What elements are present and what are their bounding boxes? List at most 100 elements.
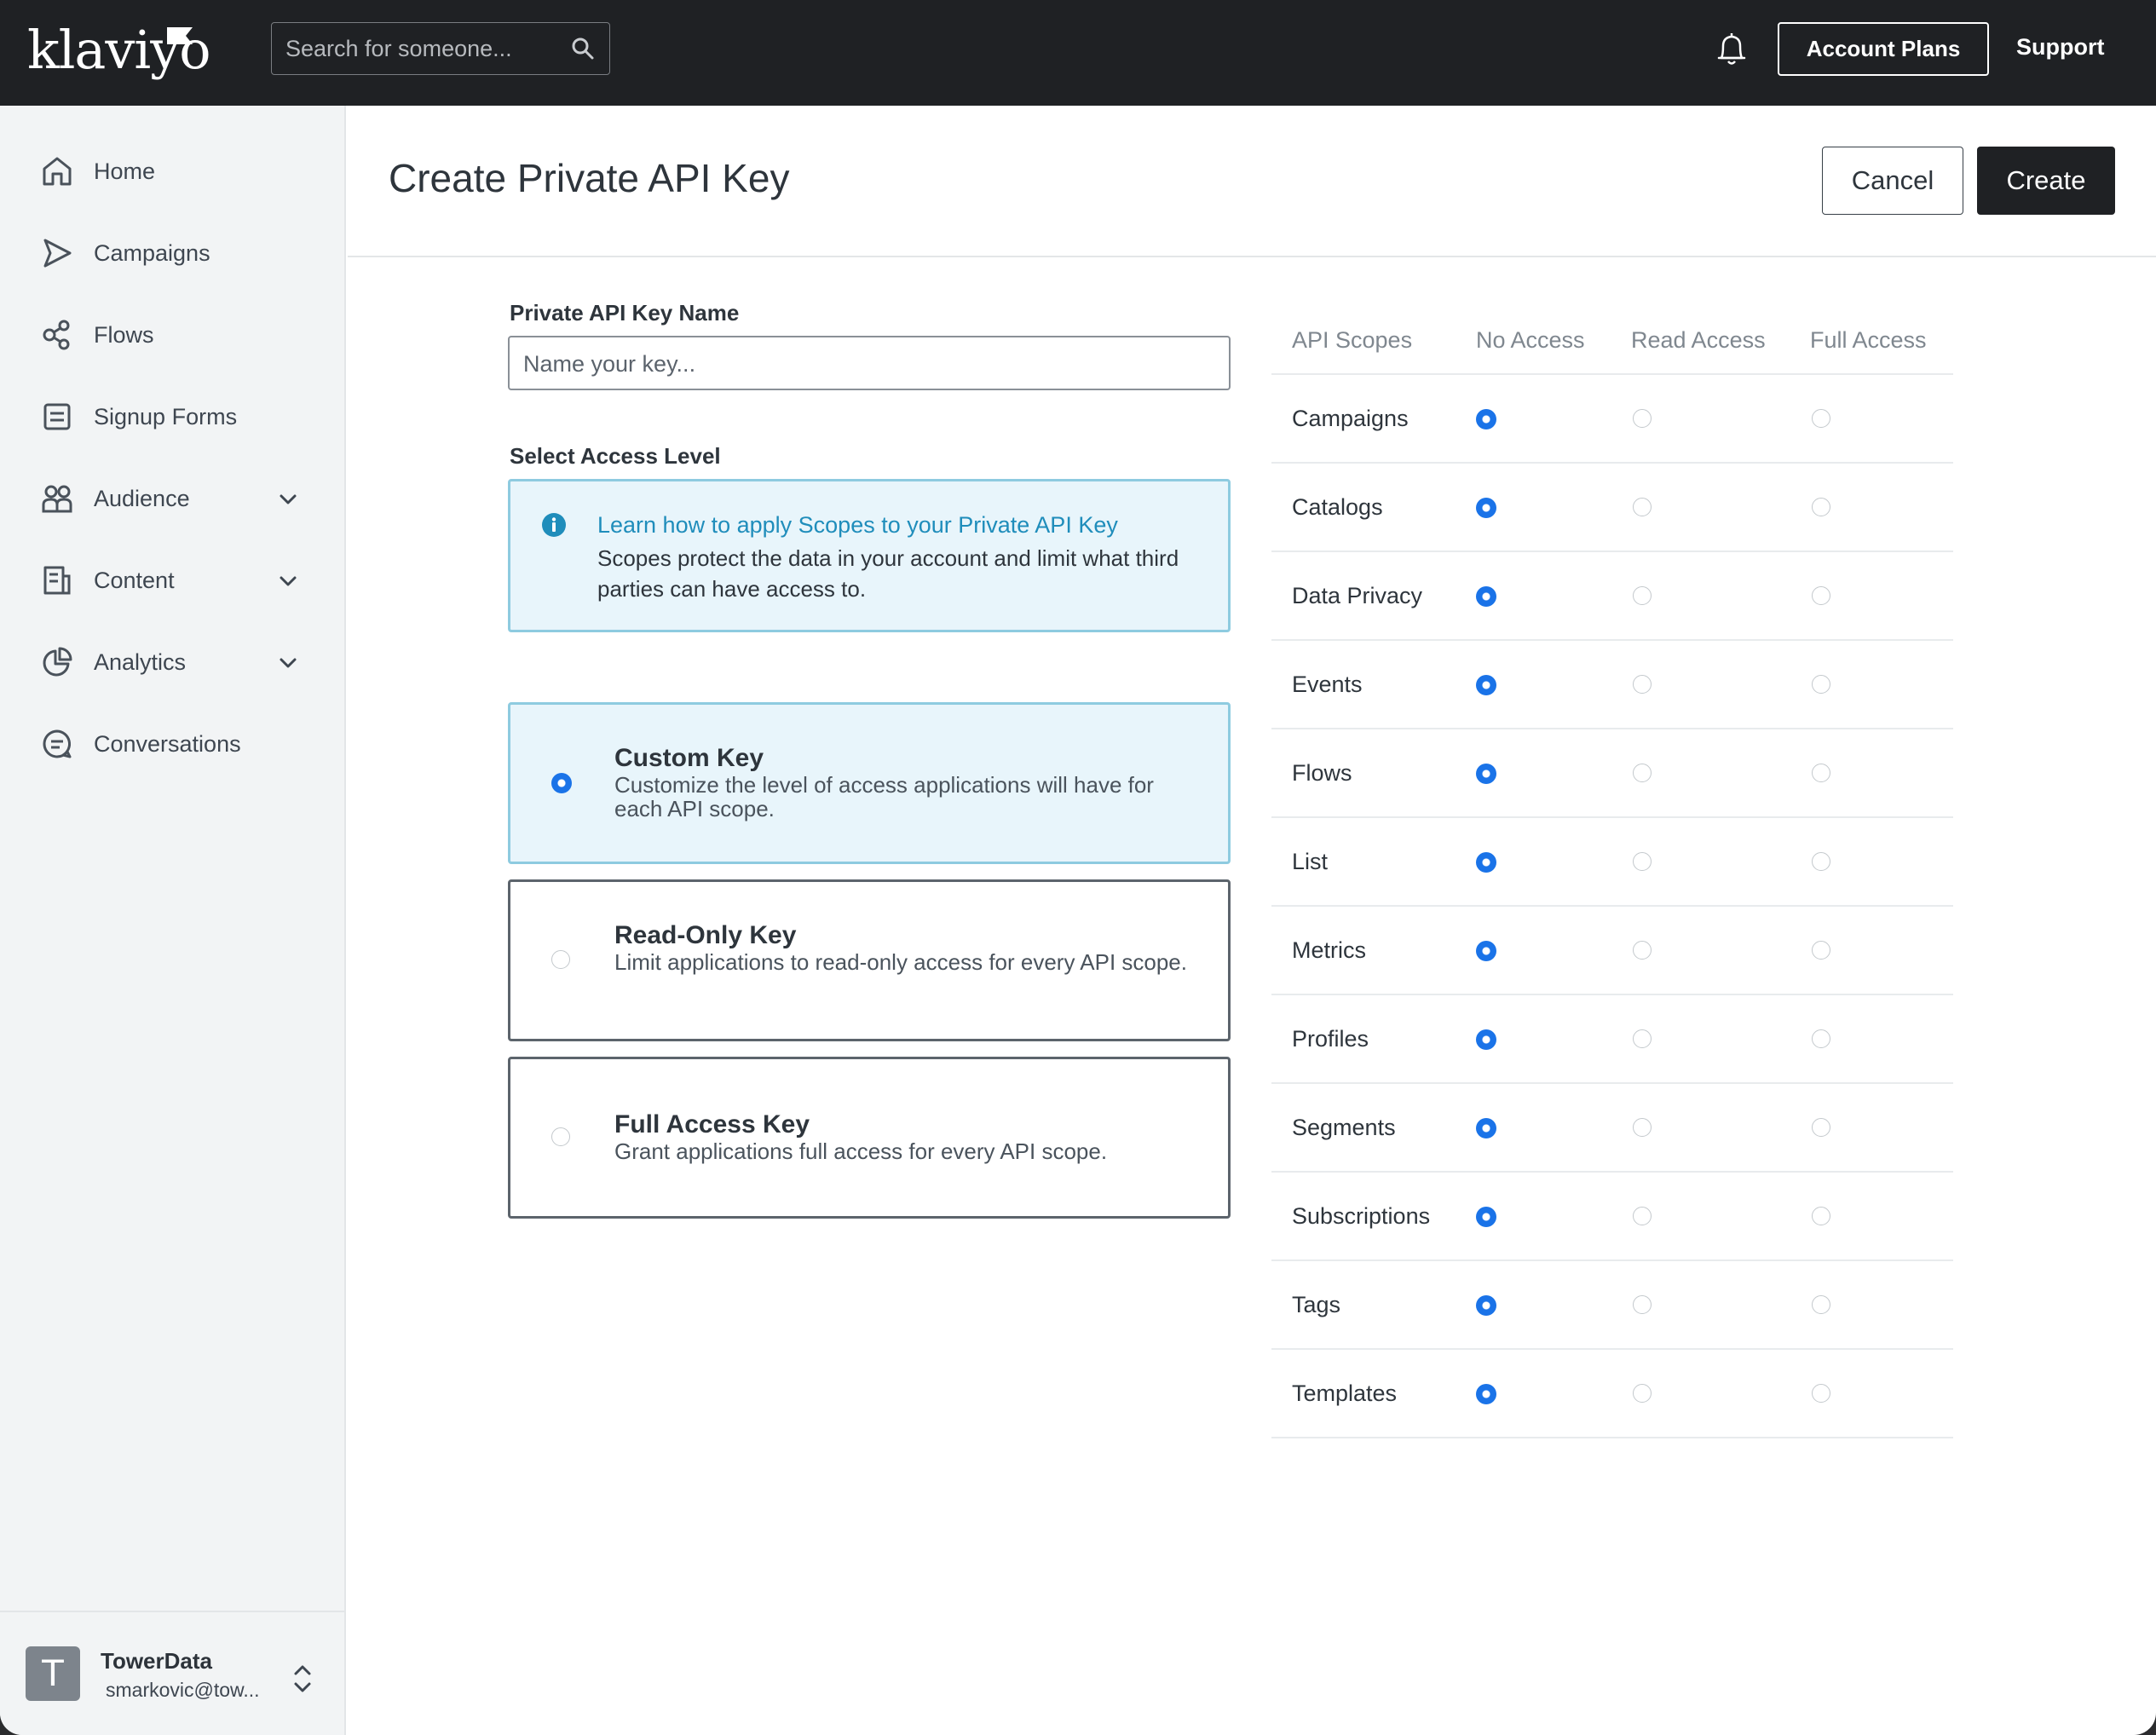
send-icon (43, 239, 72, 268)
chat-icon (43, 729, 72, 758)
scope-row-flows: Flows (1271, 728, 1953, 818)
sidebar-item-label: Analytics (94, 649, 187, 675)
no-access-radio[interactable] (1476, 409, 1496, 429)
full-access-radio[interactable] (1812, 409, 1830, 428)
users-icon (42, 485, 72, 513)
scope-row-tags: Tags (1271, 1259, 1953, 1350)
read-access-radio[interactable] (1633, 586, 1652, 605)
read-access-radio[interactable] (1633, 1384, 1652, 1403)
read-access-radio[interactable] (1633, 675, 1652, 694)
account-name: TowerData (101, 1648, 212, 1674)
sidebar-item-label: Flows (94, 322, 154, 348)
full-access-radio[interactable] (1812, 675, 1830, 694)
app-window: klaviyo Search for someone... Account Pl… (0, 0, 2156, 1735)
full-access-radio[interactable] (1812, 498, 1830, 516)
scope-row-events: Events (1271, 639, 1953, 729)
notification-bell-icon[interactable] (1715, 31, 1749, 68)
scope-row-profiles: Profiles (1271, 994, 1953, 1084)
sidebar-item-label: Audience (94, 486, 190, 511)
scope-name: Tags (1292, 1292, 1341, 1317)
scope-row-data-privacy: Data Privacy (1271, 550, 1953, 641)
scopes-help-link[interactable]: Learn how to apply Scopes to your Privat… (597, 512, 1118, 539)
account-plans-button[interactable]: Account Plans (1778, 22, 1989, 76)
no-access-radio[interactable] (1476, 852, 1496, 873)
content-icon (43, 566, 71, 595)
full-access-radio[interactable] (1812, 941, 1830, 960)
pie-chart-icon (43, 647, 72, 677)
custom-key-option[interactable]: Custom Key Customize the level of access… (508, 702, 1231, 864)
sidebar-item-conversations[interactable]: Conversations (0, 711, 344, 779)
full-access-radio[interactable] (1812, 1207, 1830, 1225)
no-access-radio[interactable] (1476, 1384, 1496, 1404)
full-access-key-option[interactable]: Full Access Key Grant applications full … (508, 1057, 1231, 1219)
read-access-radio[interactable] (1633, 852, 1652, 871)
search-placeholder: Search for someone... (285, 36, 512, 61)
key-name-input[interactable]: Name your key... (508, 336, 1231, 390)
full-access-radio[interactable] (1812, 1384, 1830, 1403)
search-icon[interactable] (570, 36, 596, 61)
read-access-radio[interactable] (1633, 1118, 1652, 1137)
sidebar-item-signup-forms[interactable]: Signup Forms (0, 383, 344, 452)
sidebar-item-analytics[interactable]: Analytics (0, 629, 344, 697)
no-access-radio[interactable] (1476, 941, 1496, 961)
scope-row-metrics: Metrics (1271, 905, 1953, 995)
sidebar-item-content[interactable]: Content (0, 547, 344, 615)
col-header-api-scopes: API Scopes (1292, 327, 1413, 353)
info-callout: Learn how to apply Scopes to your Privat… (508, 479, 1231, 632)
create-button[interactable]: Create (1977, 147, 2115, 215)
option-title: Full Access Key (614, 1110, 810, 1138)
option-description: Grant applications full access for every… (614, 1138, 1108, 1164)
scope-name: Data Privacy (1292, 583, 1423, 608)
no-access-radio[interactable] (1476, 764, 1496, 784)
scope-name: Flows (1292, 760, 1352, 786)
scope-name: Profiles (1292, 1026, 1369, 1052)
search-input[interactable]: Search for someone... (271, 22, 610, 75)
sidebar: Home Campaigns Flows Signup Forms Audien… (0, 106, 346, 1735)
scope-row-segments: Segments (1271, 1082, 1953, 1173)
read-only-key-radio[interactable] (551, 950, 570, 969)
scope-name: Catalogs (1292, 494, 1383, 520)
sidebar-item-home[interactable]: Home (0, 138, 344, 206)
read-access-radio[interactable] (1633, 1207, 1652, 1225)
read-access-radio[interactable] (1633, 941, 1652, 960)
no-access-radio[interactable] (1476, 1029, 1496, 1050)
cancel-button[interactable]: Cancel (1822, 147, 1963, 215)
scope-name: Segments (1292, 1115, 1396, 1140)
full-access-radio[interactable] (1812, 1029, 1830, 1048)
full-access-radio[interactable] (1812, 1118, 1830, 1137)
info-text: Scopes protect the data in your account … (597, 545, 1179, 602)
no-access-radio[interactable] (1476, 1295, 1496, 1316)
full-access-radio[interactable] (1812, 586, 1830, 605)
read-only-key-option[interactable]: Read-Only Key Limit applications to read… (508, 879, 1231, 1041)
scope-name: Events (1292, 672, 1363, 697)
full-access-key-radio[interactable] (551, 1127, 570, 1146)
chevron-down-icon[interactable] (276, 569, 300, 593)
read-access-radio[interactable] (1633, 409, 1652, 428)
chevron-down-icon[interactable] (276, 651, 300, 675)
sidebar-item-audience[interactable]: Audience (0, 465, 344, 533)
chevron-up-down-icon[interactable] (288, 1660, 317, 1698)
account-switcher[interactable]: T TowerData smarkovic@tow... (0, 1611, 344, 1735)
read-access-radio[interactable] (1633, 498, 1652, 516)
no-access-radio[interactable] (1476, 675, 1496, 695)
full-access-radio[interactable] (1812, 1295, 1830, 1314)
read-access-radio[interactable] (1633, 1295, 1652, 1314)
full-access-radio[interactable] (1812, 852, 1830, 871)
chevron-down-icon[interactable] (276, 487, 300, 511)
read-access-radio[interactable] (1633, 1029, 1652, 1048)
scope-name: Campaigns (1292, 406, 1409, 431)
flows-icon (43, 320, 70, 350)
option-title: Read-Only Key (614, 921, 797, 949)
sidebar-item-flows[interactable]: Flows (0, 302, 344, 370)
full-access-radio[interactable] (1812, 764, 1830, 782)
no-access-radio[interactable] (1476, 1207, 1496, 1227)
no-access-radio[interactable] (1476, 1118, 1496, 1138)
custom-key-radio[interactable] (551, 773, 572, 793)
sidebar-item-label: Content (94, 568, 175, 593)
table-bottom-divider (1271, 1437, 1953, 1438)
no-access-radio[interactable] (1476, 498, 1496, 518)
support-link[interactable]: Support (2016, 34, 2104, 61)
read-access-radio[interactable] (1633, 764, 1652, 782)
no-access-radio[interactable] (1476, 586, 1496, 607)
sidebar-item-campaigns[interactable]: Campaigns (0, 220, 344, 288)
